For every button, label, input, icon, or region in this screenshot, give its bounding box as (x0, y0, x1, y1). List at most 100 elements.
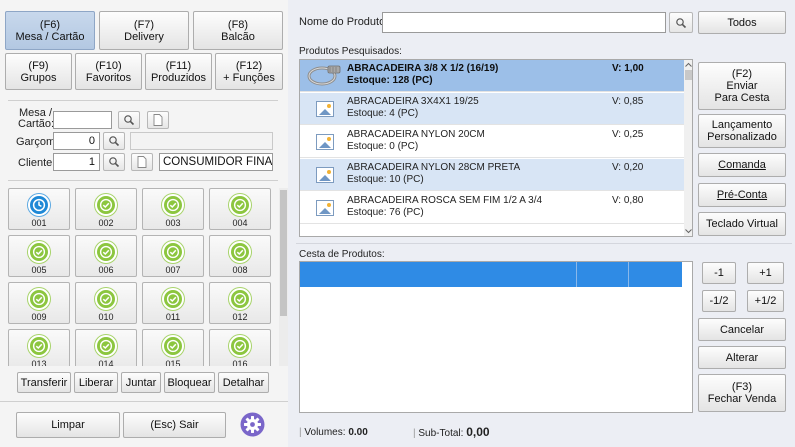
delivery-button[interactable]: (F7) Delivery (99, 11, 189, 50)
table-number: 010 (98, 312, 114, 322)
mesa-search-button[interactable] (118, 111, 140, 129)
product-row[interactable]: ABRACADEIRA NYLON 28CM PRETA Estoque: 10 … (300, 159, 684, 191)
fechar-venda-button[interactable]: (F3) Fechar Venda (698, 374, 786, 412)
settings-button[interactable] (240, 412, 265, 437)
basket-column (300, 262, 577, 287)
scrollbar-thumb[interactable] (685, 70, 692, 80)
balcao-button[interactable]: (F8) Balcão (193, 11, 283, 50)
basket-label: Cesta de Produtos: (299, 249, 385, 260)
table-tile[interactable]: 008 (209, 235, 271, 277)
image-placeholder-icon (316, 200, 334, 216)
bloquear-button[interactable]: Bloquear (164, 372, 215, 393)
table-tile[interactable]: 009 (8, 282, 70, 324)
product-row[interactable]: ABRACADEIRA NYLON 20CM Estoque: 0 (PC) V: … (300, 126, 684, 158)
table-number: 008 (232, 265, 248, 275)
cliente-input[interactable]: 1 (53, 153, 100, 171)
cliente-name-field: CONSUMIDOR FINAL (159, 153, 273, 171)
table-tile[interactable]: 012 (209, 282, 271, 324)
pre-conta-button[interactable]: Pré-Conta (698, 183, 786, 207)
plus-one-button[interactable]: +1 (747, 262, 784, 284)
garcom-search-button[interactable] (103, 132, 125, 150)
product-row[interactable]: ABRACADEIRA ROSCA SEM FIM 1/2 A 3/4 Estoq… (300, 192, 684, 224)
search-icon (109, 136, 120, 147)
product-name: ABRACADEIRA 3X4X1 19/25 (347, 96, 479, 107)
check-icon (229, 288, 251, 310)
detalhar-button[interactable]: Detalhar (218, 372, 269, 393)
product-stock: Estoque: 10 (PC) (347, 174, 424, 185)
minus-one-button[interactable]: -1 (702, 262, 736, 284)
plus-half-button[interactable]: +1/2 (747, 290, 784, 312)
todos-button[interactable]: Todos (698, 11, 786, 34)
scrollbar-thumb[interactable] (280, 190, 287, 316)
alterar-button[interactable]: Alterar (698, 346, 786, 369)
juntar-button[interactable]: Juntar (121, 372, 161, 393)
table-tile[interactable]: 006 (75, 235, 137, 277)
table-number: 007 (165, 265, 181, 275)
favoritos-button[interactable]: (F10) Favoritos (75, 53, 142, 90)
table-tile[interactable]: 011 (142, 282, 204, 324)
mesa-cartao-button[interactable]: (F6) Mesa / Cartão (5, 11, 95, 50)
product-price: V: 1,00 (612, 63, 644, 74)
table-tile[interactable]: 002 (75, 188, 137, 230)
lancamento-personalizado-button[interactable]: Lançamento Personalizado (698, 114, 786, 148)
table-tile[interactable]: 010 (75, 282, 137, 324)
table-tile[interactable]: 013 (8, 329, 70, 366)
check-icon (28, 335, 50, 357)
enviar-para-cesta-button[interactable]: (F2) Enviar Para Cesta (698, 62, 786, 110)
divider (296, 243, 792, 244)
table-tile[interactable]: 016 (209, 329, 271, 366)
basket-grid-header (300, 262, 682, 287)
scroll-up-icon[interactable] (684, 61, 693, 69)
table-number: 012 (232, 312, 248, 322)
clamp-image (307, 65, 341, 86)
product-search-input[interactable] (382, 12, 666, 33)
produzidos-button[interactable]: (F11) Produzidos (145, 53, 212, 90)
products-label: Produtos Pesquisados: (299, 46, 402, 57)
garcom-input[interactable]: 0 (53, 132, 100, 150)
garcom-label: Garçom: (16, 136, 59, 148)
table-tile[interactable]: 003 (142, 188, 204, 230)
cliente-search-button[interactable] (103, 153, 125, 171)
product-row[interactable]: ABRACADEIRA 3/8 X 1/2 (16/19) Estoque: 12… (300, 60, 684, 92)
liberar-button[interactable]: Liberar (74, 372, 118, 393)
products-list[interactable]: ABRACADEIRA 3/8 X 1/2 (16/19) Estoque: 12… (299, 59, 693, 237)
product-row[interactable]: ABRACADEIRA 3X4X1 19/25 Estoque: 4 (PC) V:… (300, 93, 684, 125)
mais-funcoes-button[interactable]: (F12) + Funções (215, 53, 283, 90)
teclado-virtual-button[interactable]: Teclado Virtual (698, 212, 786, 236)
table-tile[interactable]: 014 (75, 329, 137, 366)
limpar-button[interactable]: Limpar (16, 412, 120, 438)
tables-scrollbar[interactable] (279, 188, 288, 366)
product-name-label: Nome do Produto: (299, 16, 389, 28)
mesa-cartao-label: Mesa / Cartão: (18, 107, 55, 130)
products-scrollbar[interactable] (684, 60, 693, 236)
table-tile[interactable]: 004 (209, 188, 271, 230)
table-tile[interactable]: 005 (8, 235, 70, 277)
garcom-name-field (130, 132, 273, 150)
cliente-new-button[interactable] (131, 153, 153, 171)
comanda-button[interactable]: Comanda (698, 153, 786, 177)
basket-grid[interactable] (299, 261, 693, 413)
table-tile[interactable]: 007 (142, 235, 204, 277)
product-price: V: 0,85 (612, 96, 644, 107)
product-stock: Estoque: 4 (PC) (347, 108, 419, 119)
volumes-value: 0.00 (348, 427, 368, 438)
cancelar-button[interactable]: Cancelar (698, 318, 786, 341)
transferir-button[interactable]: Transferir (17, 372, 71, 393)
table-number: 005 (31, 265, 47, 275)
subtotal-value: 0,00 (466, 425, 490, 439)
table-tile[interactable]: 015 (142, 329, 204, 366)
product-name: ABRACADEIRA ROSCA SEM FIM 1/2 A 3/4 (347, 195, 543, 206)
tables-grid: 001 002 003 004 005 006 007 008 009 010 011 012 013 0… (8, 188, 276, 366)
table-tile[interactable]: 001 (8, 188, 70, 230)
mesa-new-button[interactable] (147, 111, 169, 129)
mesa-cartao-input[interactable] (53, 111, 112, 129)
check-icon (229, 194, 251, 216)
table-number: 016 (232, 359, 248, 366)
scroll-down-icon[interactable] (684, 227, 693, 235)
sair-button[interactable]: (Esc) Sair (123, 412, 226, 438)
image-placeholder-icon (316, 134, 334, 150)
grupos-button[interactable]: (F9) Grupos (5, 53, 72, 90)
product-search-button[interactable] (669, 12, 693, 33)
image-placeholder-icon (316, 167, 334, 183)
minus-half-button[interactable]: -1/2 (702, 290, 736, 312)
